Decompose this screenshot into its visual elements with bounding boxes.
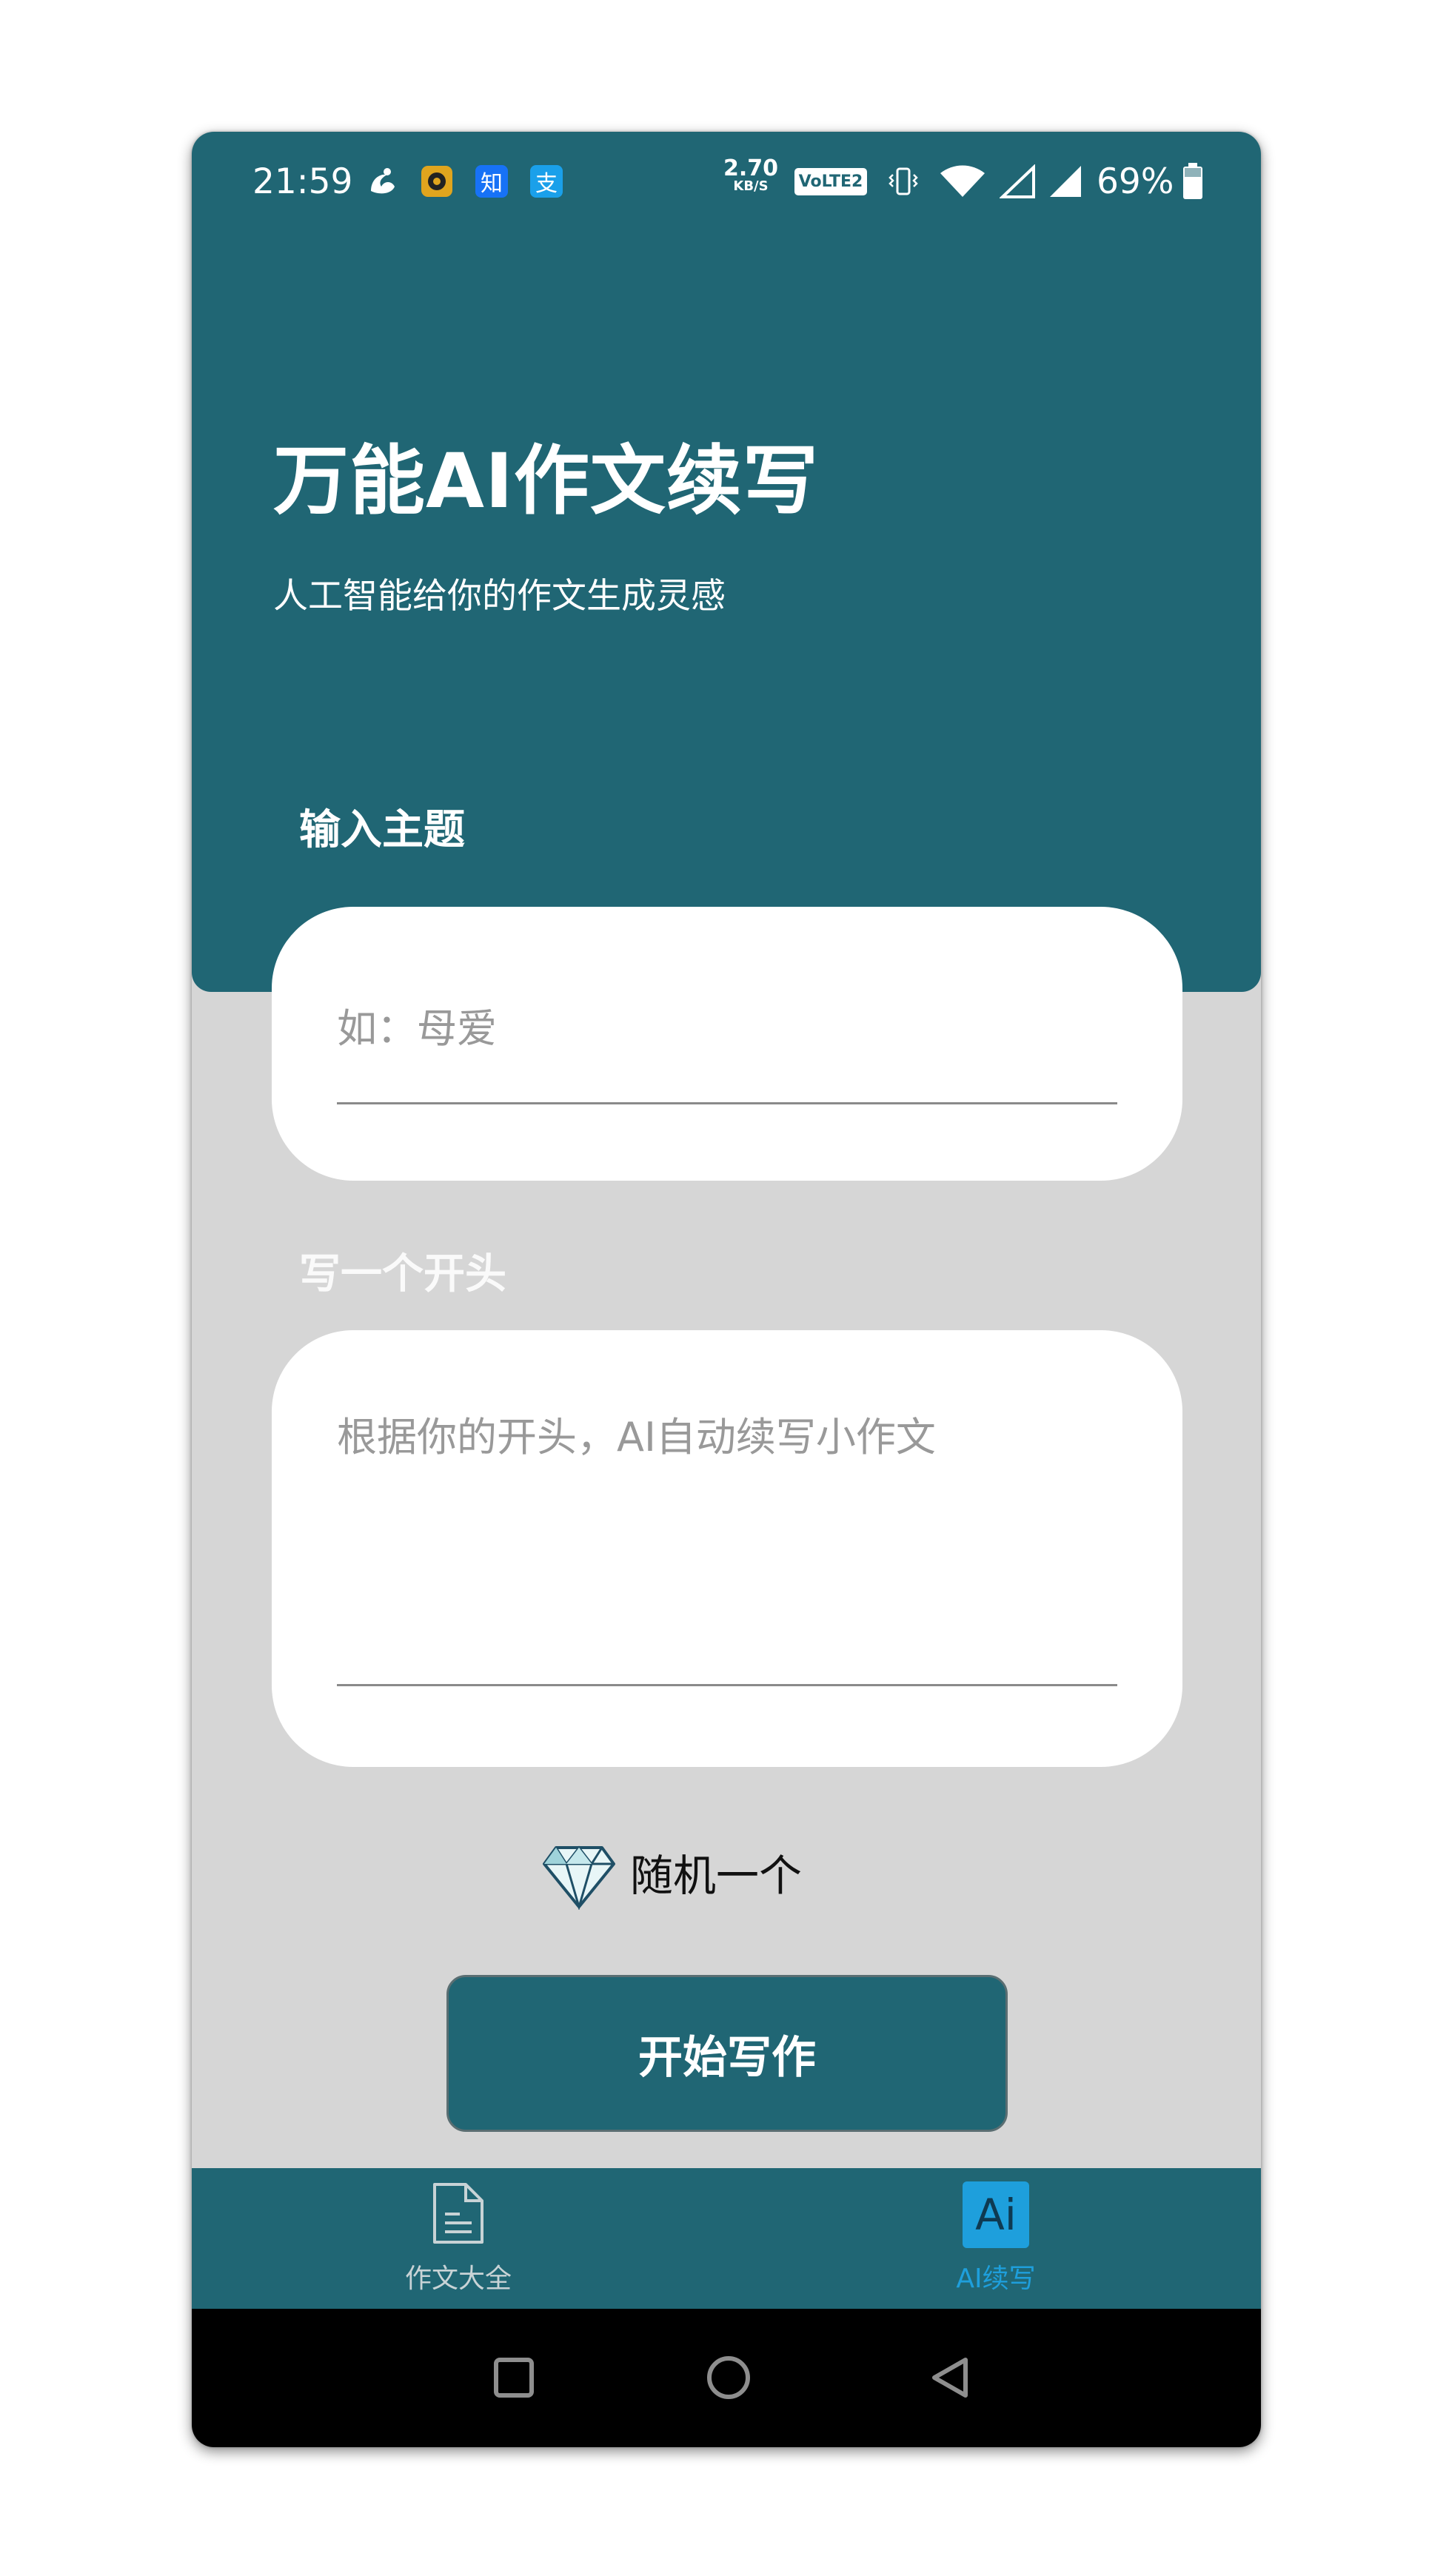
- tab-ai-continue-label: AI续写: [956, 2264, 1036, 2294]
- topic-input-underline: [337, 1102, 1117, 1104]
- recents-button[interactable]: [488, 2352, 540, 2404]
- signal-sim2-icon: [1045, 163, 1086, 200]
- topic-label: 输入主题: [299, 806, 465, 854]
- bottom-tab-bar: 作文大全 Ai AI续写: [192, 2168, 1261, 2309]
- zhihu-icon: 知: [473, 163, 510, 200]
- ai-icon: Ai: [963, 2181, 1029, 2248]
- start-writing-button[interactable]: 开始写作: [446, 1975, 1008, 2132]
- phone-screen: 21:59 知 支 2.70 KB/S VoLTE2 69% 万能AI作文续写 …: [192, 132, 1261, 2447]
- opening-card: 根据你的开头，AI自动续写小作文: [272, 1330, 1182, 1767]
- document-icon: [430, 2181, 486, 2248]
- opening-label: 写一个开头: [299, 1250, 506, 1298]
- wifi-icon: [938, 163, 987, 200]
- status-bar: 21:59 知 支 2.70 KB/S VoLTE2 69%: [192, 132, 1261, 231]
- back-button[interactable]: [925, 2352, 977, 2404]
- network-speed: 2.70 KB/S: [723, 155, 779, 194]
- uc-browser-icon: [364, 163, 401, 200]
- diamond-icon: [540, 1831, 618, 1913]
- app-header: 21:59 知 支 2.70 KB/S VoLTE2 69% 万能AI作文续写 …: [192, 132, 1261, 992]
- volte-badge: VoLTE2: [792, 163, 870, 200]
- battery-percent: 69%: [1097, 161, 1174, 202]
- tab-essay-collection[interactable]: 作文大全: [347, 2181, 569, 2307]
- tab-ai-continue[interactable]: Ai AI续写: [885, 2181, 1107, 2307]
- music-app-icon: [418, 163, 455, 200]
- topic-input[interactable]: 如：母爱: [337, 996, 497, 1054]
- battery-icon: [1178, 163, 1208, 200]
- random-button[interactable]: 随机一个: [540, 1831, 802, 1913]
- system-nav-bar: [192, 2309, 1261, 2447]
- home-button[interactable]: [703, 2352, 754, 2404]
- opening-textarea[interactable]: 根据你的开头，AI自动续写小作文: [337, 1404, 936, 1463]
- status-time: 21:59: [252, 161, 353, 202]
- tab-essay-collection-label: 作文大全: [404, 2264, 512, 2294]
- opening-textarea-underline: [337, 1684, 1117, 1686]
- alipay-icon: 支: [528, 163, 565, 200]
- page-subtitle: 人工智能给你的作文生成灵感: [273, 576, 726, 617]
- vibrate-icon: [885, 163, 922, 200]
- signal-sim1-icon: [997, 163, 1039, 200]
- page-title: 万能AI作文续写: [273, 437, 819, 526]
- random-label: 随机一个: [630, 1851, 803, 1901]
- topic-card: 如：母爱: [272, 907, 1182, 1181]
